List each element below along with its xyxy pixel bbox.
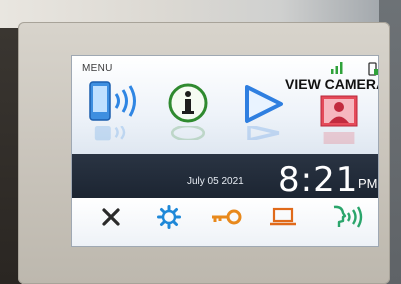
close-button[interactable] (96, 204, 126, 230)
gear-icon (157, 205, 181, 229)
phone-reflection (94, 126, 126, 141)
ampm-display: PM (358, 176, 378, 191)
top-panel: MENU VIEW CAMERA (72, 56, 378, 154)
bottom-toolbar (72, 198, 378, 246)
close-icon (102, 208, 120, 226)
menu-label[interactable]: MENU (82, 63, 113, 74)
door-unlock-button[interactable] (208, 204, 244, 230)
person-camera-icon (320, 95, 358, 127)
phone-wave-icon (89, 81, 136, 121)
info-reflection (170, 126, 206, 140)
intercom-phone-button[interactable] (86, 80, 142, 126)
phone-status-icon (368, 62, 378, 76)
clock-band: July 05 2021 8:21 PM (72, 154, 378, 200)
play-reflection (247, 126, 280, 140)
time-display: 8:21 (278, 160, 359, 200)
play-button[interactable] (240, 82, 286, 126)
info-icon (168, 83, 208, 123)
date-display: July 05 2021 (187, 176, 244, 187)
laptop-icon (270, 207, 296, 226)
settings-button[interactable] (154, 203, 184, 231)
view-camera-label: VIEW CAMERA (285, 76, 378, 92)
camera-reflection (323, 132, 355, 144)
voice-button[interactable] (326, 202, 366, 232)
key-icon (212, 209, 242, 225)
speaking-head-icon (333, 205, 363, 228)
signal-icon (331, 62, 343, 74)
view-camera-button[interactable] (317, 92, 361, 130)
info-button[interactable] (166, 81, 210, 125)
touch-screen: MENU VIEW CAMERA July 05 2021 8:21 PM (72, 56, 378, 246)
monitor-button[interactable] (266, 204, 300, 230)
play-icon (245, 85, 283, 123)
